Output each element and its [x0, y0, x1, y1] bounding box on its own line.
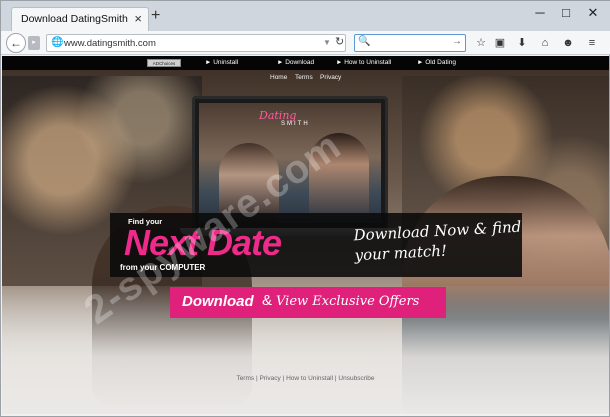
back-button[interactable]: ← — [6, 33, 26, 53]
clipboard-icon[interactable]: ▣ — [493, 37, 507, 49]
navigation-bar: ← ▸ 🌐 www.datingsmith.com ▼ ↻ 🔍 → ☆ ▣ ⬇ … — [1, 31, 610, 55]
footer-terms-link[interactable]: Terms — [236, 375, 254, 382]
banner-tagline: Download Now & find your match! — [353, 217, 522, 265]
url-text[interactable]: www.datingsmith.com — [64, 38, 156, 49]
home-icon[interactable]: ⌂ — [538, 37, 552, 49]
new-tab-button[interactable]: + — [151, 8, 160, 24]
url-dropdown-icon[interactable]: ▼ — [323, 38, 331, 47]
footer-separator: | — [334, 375, 337, 382]
banner-headline: Next Date — [124, 222, 282, 263]
laptop-screen-image: Dating SMITH — [199, 103, 381, 223]
bookmark-star-icon[interactable]: ☆ — [474, 37, 488, 49]
cta-amp-label: & — [262, 292, 273, 309]
browser-window: Download DatingSmith × + ─ □ ✕ ← ▸ 🌐 www… — [0, 0, 610, 417]
chat-icon[interactable]: ☻ — [561, 37, 575, 49]
top-link-strip: ADChoices ► Uninstall ► Download ► How t… — [2, 56, 609, 70]
brand-badge: ADChoices — [147, 59, 181, 67]
footer-links: Terms | Privacy | How to Uninstall | Uns… — [2, 375, 609, 382]
download-icon[interactable]: ⬇ — [515, 37, 529, 49]
top-link-how-to-uninstall[interactable]: ► How to Uninstall — [336, 59, 391, 67]
nav-home-link[interactable]: Home — [270, 74, 287, 81]
promo-banner: Find your Next Date from your COMPUTER D… — [110, 213, 522, 277]
search-go-icon[interactable]: → — [452, 36, 462, 47]
top-link-uninstall[interactable]: ► Uninstall — [205, 59, 238, 67]
search-icon: 🔍 — [358, 36, 371, 47]
close-window-button[interactable]: ✕ — [576, 3, 610, 25]
footer-unsubscribe-link[interactable]: Unsubscribe — [338, 375, 374, 382]
tab-close-icon[interactable]: × — [134, 11, 142, 27]
web-page: ADChoices ► Uninstall ► Download ► How t… — [2, 56, 609, 414]
footer-separator: | — [255, 375, 258, 382]
tab-active[interactable]: Download DatingSmith × — [11, 7, 149, 31]
footer-privacy-link[interactable]: Privacy — [259, 375, 280, 382]
laptop-couple-left — [219, 143, 279, 223]
url-bar[interactable]: 🌐 www.datingsmith.com ▼ ↻ — [46, 34, 346, 52]
search-input[interactable]: 🔍 → — [354, 34, 466, 52]
datingsmith-logo-sub: SMITH — [281, 121, 310, 127]
top-link-download[interactable]: ► Download — [277, 59, 314, 67]
forward-button[interactable]: ▸ — [28, 36, 40, 50]
cta-offers-label: View Exclusive Offers — [276, 294, 420, 309]
menu-icon[interactable]: ≡ — [585, 37, 599, 49]
tab-bar: Download DatingSmith × + ─ □ ✕ — [1, 1, 610, 31]
footer-separator: | — [282, 375, 285, 382]
cta-download-label: Download — [182, 293, 254, 310]
laptop-screen: Dating SMITH — [192, 96, 388, 230]
nav-privacy-link[interactable]: Privacy — [320, 74, 341, 81]
footer-how-to-uninstall-link[interactable]: How to Uninstall — [286, 375, 333, 382]
top-link-old-dating[interactable]: ► Old Dating — [417, 59, 456, 67]
banner-from-computer: from your COMPUTER — [120, 263, 206, 272]
reload-icon[interactable]: ↻ — [335, 35, 344, 48]
globe-icon: 🌐 — [51, 37, 64, 48]
laptop-couple-right — [309, 133, 369, 223]
nav-terms-link[interactable]: Terms — [295, 74, 313, 81]
tab-title: Download DatingSmith — [21, 13, 128, 25]
download-offers-button[interactable]: Download & View Exclusive Offers — [170, 287, 446, 318]
